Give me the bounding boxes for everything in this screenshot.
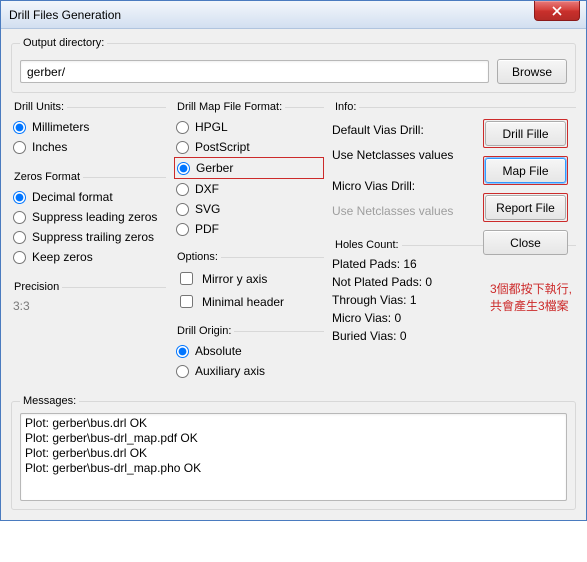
drill-units-group: Drill Units: Millimeters Inches bbox=[11, 101, 166, 163]
close-icon bbox=[551, 6, 563, 16]
dialog-window: Drill Files Generation Output directory:… bbox=[0, 0, 587, 521]
option-mirror-y[interactable]: Mirror y axis bbox=[174, 267, 324, 290]
browse-button[interactable]: Browse bbox=[497, 59, 567, 84]
map-file-button[interactable]: Map File bbox=[485, 158, 566, 183]
zeros-keep[interactable]: Keep zeros bbox=[11, 247, 166, 267]
precision-group: Precision 3:3 bbox=[11, 281, 166, 321]
highlight-map: Map File bbox=[483, 156, 568, 185]
info-micro-vias: Micro Vias Drill: bbox=[332, 177, 415, 195]
origin-absolute[interactable]: Absolute bbox=[174, 341, 324, 361]
message-line: Plot: gerber\bus.drl OK bbox=[25, 446, 562, 461]
messages-group: Messages: Plot: gerber\bus.drl OK Plot: … bbox=[11, 395, 576, 510]
highlight-report: Report File bbox=[483, 193, 568, 222]
output-directory-group: Output directory: Browse bbox=[11, 37, 576, 93]
options-legend: Options: bbox=[174, 251, 221, 263]
message-line: Plot: gerber\bus-drl_map.pho OK bbox=[25, 461, 562, 476]
origin-auxiliary[interactable]: Auxiliary axis bbox=[174, 361, 324, 381]
map-dxf[interactable]: DXF bbox=[174, 179, 324, 199]
drill-file-button[interactable]: Drill Fille bbox=[485, 121, 566, 146]
output-directory-legend: Output directory: bbox=[20, 37, 107, 49]
close-button[interactable]: Close bbox=[483, 230, 568, 255]
map-gerber[interactable]: Gerber bbox=[174, 157, 324, 179]
holes-micro: Micro Vias: 0 bbox=[332, 309, 467, 327]
drill-units-in[interactable]: Inches bbox=[11, 137, 166, 157]
window-title: Drill Files Generation bbox=[9, 8, 121, 22]
holes-not-plated: Not Plated Pads: 0 bbox=[332, 273, 467, 291]
precision-legend: Precision bbox=[11, 281, 62, 293]
holes-buried: Buried Vias: 0 bbox=[332, 327, 467, 345]
map-pdf[interactable]: PDF bbox=[174, 219, 324, 239]
highlight-drill: Drill Fille bbox=[483, 119, 568, 148]
holes-count-legend: Holes Count: bbox=[332, 239, 402, 251]
annotation-text: 3個都按下執行, 共會產生3檔案 bbox=[490, 281, 572, 315]
action-buttons-column: Drill Fille Map File Report File Close bbox=[483, 119, 568, 255]
info-legend: Info: bbox=[332, 101, 359, 113]
map-hpgl[interactable]: HPGL bbox=[174, 117, 324, 137]
option-minimal-header[interactable]: Minimal header bbox=[174, 290, 324, 313]
holes-plated: Plated Pads: 16 bbox=[332, 255, 467, 273]
holes-through: Through Vias: 1 bbox=[332, 291, 467, 309]
drill-origin-group: Drill Origin: Absolute Auxiliary axis bbox=[174, 325, 324, 387]
zeros-decimal[interactable]: Decimal format bbox=[11, 187, 166, 207]
map-format-group: Drill Map File Format: HPGL PostScript G… bbox=[174, 101, 324, 245]
info-use-netclasses: Use Netclasses values bbox=[332, 146, 453, 164]
options-group: Options: Mirror y axis Minimal header bbox=[174, 251, 324, 319]
window-close-button[interactable] bbox=[534, 1, 580, 21]
drill-units-mm[interactable]: Millimeters bbox=[11, 117, 166, 137]
messages-box[interactable]: Plot: gerber\bus.drl OK Plot: gerber\bus… bbox=[20, 413, 567, 501]
map-format-legend: Drill Map File Format: bbox=[174, 101, 285, 113]
precision-value: 3:3 bbox=[11, 297, 166, 315]
output-directory-input[interactable] bbox=[20, 60, 489, 83]
drill-origin-legend: Drill Origin: bbox=[174, 325, 234, 337]
zeros-suppress-leading[interactable]: Suppress leading zeros bbox=[11, 207, 166, 227]
zeros-format-legend: Zeros Format bbox=[11, 171, 83, 183]
map-svg[interactable]: SVG bbox=[174, 199, 324, 219]
message-line: Plot: gerber\bus-drl_map.pdf OK bbox=[25, 431, 562, 446]
messages-legend: Messages: bbox=[20, 395, 79, 407]
map-postscript[interactable]: PostScript bbox=[174, 137, 324, 157]
zeros-format-group: Zeros Format Decimal format Suppress lea… bbox=[11, 171, 166, 273]
titlebar[interactable]: Drill Files Generation bbox=[1, 1, 586, 29]
dialog-body: Output directory: Browse Drill Units: Mi… bbox=[1, 29, 586, 520]
message-line: Plot: gerber\bus.drl OK bbox=[25, 416, 562, 431]
report-file-button[interactable]: Report File bbox=[485, 195, 566, 220]
zeros-suppress-trailing[interactable]: Suppress trailing zeros bbox=[11, 227, 166, 247]
info-use-netclasses-disabled: Use Netclasses values bbox=[332, 202, 453, 220]
drill-units-legend: Drill Units: bbox=[11, 101, 67, 113]
info-default-vias: Default Vias Drill: bbox=[332, 121, 424, 139]
